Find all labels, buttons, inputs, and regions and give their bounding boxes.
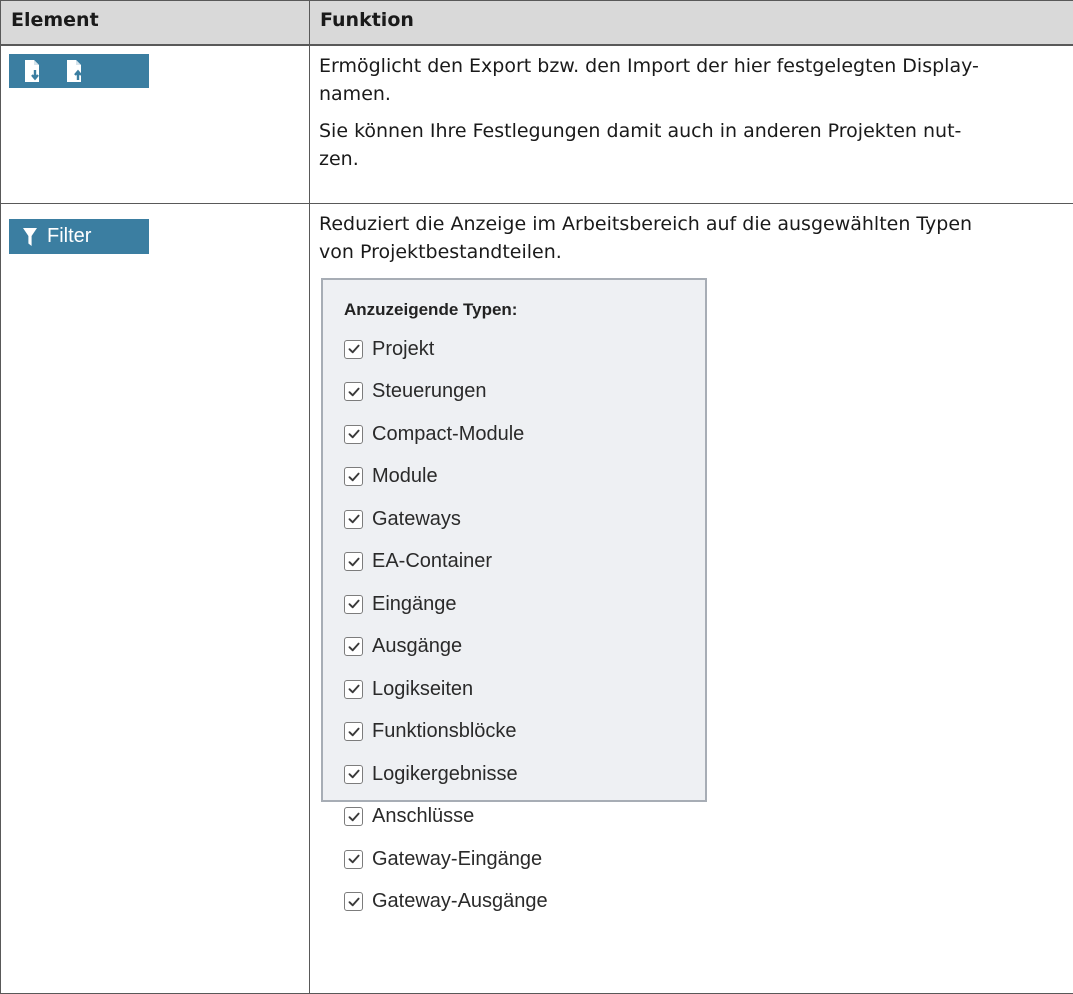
checkbox[interactable] (344, 552, 363, 571)
import-icon[interactable] (65, 59, 85, 83)
filter-option[interactable]: Module (344, 456, 705, 499)
filter-option-label: Module (372, 465, 438, 488)
filter-panel-title: Anzuzeigende Typen: (344, 296, 705, 324)
filter-option[interactable]: EA-Container (344, 541, 705, 584)
checkbox[interactable] (344, 637, 363, 656)
checkbox[interactable] (344, 680, 363, 699)
filter-option-label: Eingänge (372, 593, 457, 616)
table-row-filter: Filter Reduziert die Anzeige im Arbeitsb… (1, 204, 1073, 994)
checkbox[interactable] (344, 722, 363, 741)
export-import-note-line2: zen. (319, 148, 359, 170)
checkmark-icon (347, 895, 361, 909)
checkbox[interactable] (344, 807, 363, 826)
export-import-note-line1: Sie können Ihre Festlegungen damit auch … (319, 120, 961, 142)
export-icon[interactable] (23, 59, 43, 83)
checkbox[interactable] (344, 340, 363, 359)
filter-option-label: Gateway-Eingänge (372, 848, 542, 871)
filter-option[interactable]: Logikergebnisse (344, 753, 705, 796)
checkbox[interactable] (344, 892, 363, 911)
filter-option-label: Logikergebnisse (372, 763, 518, 786)
filter-option[interactable]: Gateway-Ausgänge (344, 881, 705, 924)
checkmark-icon (347, 597, 361, 611)
checkbox[interactable] (344, 425, 363, 444)
checkmark-icon (347, 342, 361, 356)
filter-option-label: EA-Container (372, 550, 492, 573)
checkmark-icon (347, 682, 361, 696)
checkbox[interactable] (344, 595, 363, 614)
filter-option[interactable]: Anschlüsse (344, 796, 705, 839)
checkmark-icon (347, 512, 361, 526)
checkbox[interactable] (344, 765, 363, 784)
export-import-description-line1: Ermöglicht den Export bzw. den Import de… (319, 55, 979, 77)
filter-option[interactable]: Gateway-Eingänge (344, 838, 705, 881)
table-header-row: Element Funktion (1, 1, 1073, 45)
element-function-table: Element Funktion (0, 0, 1073, 994)
filter-option-label: Compact-Module (372, 423, 524, 446)
checkmark-icon (347, 555, 361, 569)
checkmark-icon (347, 767, 361, 781)
filter-option-label: Funktionsblöcke (372, 720, 517, 743)
filter-option[interactable]: Projekt (344, 328, 705, 371)
filter-option-label: Ausgänge (372, 635, 462, 658)
checkmark-icon (347, 385, 361, 399)
checkmark-icon (347, 852, 361, 866)
checkbox[interactable] (344, 510, 363, 529)
filter-option[interactable]: Gateways (344, 498, 705, 541)
export-import-note: Sie können Ihre Festlegungen damit auch … (319, 117, 1063, 173)
element-cell-export-import (1, 45, 310, 204)
filter-option-label: Steuerungen (372, 380, 487, 403)
table-row-export-import: Ermöglicht den Export bzw. den Import de… (1, 45, 1073, 204)
checkbox[interactable] (344, 850, 363, 869)
checkmark-icon (347, 470, 361, 484)
filter-option-label: Gateways (372, 508, 461, 531)
function-cell-filter: Reduziert die Anzeige im Arbeitsbereich … (310, 204, 1073, 994)
export-import-buttons (9, 54, 149, 88)
header-element: Element (1, 1, 310, 45)
filter-description-line1: Reduziert die Anzeige im Arbeitsbereich … (319, 213, 972, 235)
filter-description-line2: von Projektbestandteilen. (319, 241, 562, 263)
filter-option-label: Logikseiten (372, 678, 473, 701)
filter-option[interactable]: Funktionsblöcke (344, 711, 705, 754)
header-funktion: Funktion (310, 1, 1073, 45)
function-cell-export-import: Ermöglicht den Export bzw. den Import de… (310, 45, 1073, 204)
funnel-icon (23, 227, 37, 247)
filter-option[interactable]: Eingänge (344, 583, 705, 626)
export-import-description: Ermöglicht den Export bzw. den Import de… (319, 52, 1063, 108)
checkmark-icon (347, 640, 361, 654)
filter-option-label: Gateway-Ausgänge (372, 890, 548, 913)
checkbox[interactable] (344, 382, 363, 401)
filter-option[interactable]: Steuerungen (344, 371, 705, 414)
filter-option[interactable]: Compact-Module (344, 413, 705, 456)
filter-button[interactable]: Filter (9, 219, 149, 254)
checkmark-icon (347, 810, 361, 824)
filter-description: Reduziert die Anzeige im Arbeitsbereich … (319, 210, 1063, 266)
checkbox[interactable] (344, 467, 363, 486)
element-cell-filter: Filter (1, 204, 310, 994)
filter-button-label: Filter (47, 225, 91, 248)
filter-checkbox-list: Projekt Steuerungen Compact-Module Module Ga… (344, 328, 705, 923)
export-import-description-line2: namen. (319, 83, 391, 105)
filter-option-label: Anschlüsse (372, 805, 474, 828)
filter-option[interactable]: Ausgänge (344, 626, 705, 669)
checkmark-icon (347, 725, 361, 739)
filter-option[interactable]: Logikseiten (344, 668, 705, 711)
checkmark-icon (347, 427, 361, 441)
filter-option-label: Projekt (372, 338, 434, 361)
filter-types-panel: Anzuzeigende Typen: Projekt Steuerungen Co… (321, 278, 707, 802)
